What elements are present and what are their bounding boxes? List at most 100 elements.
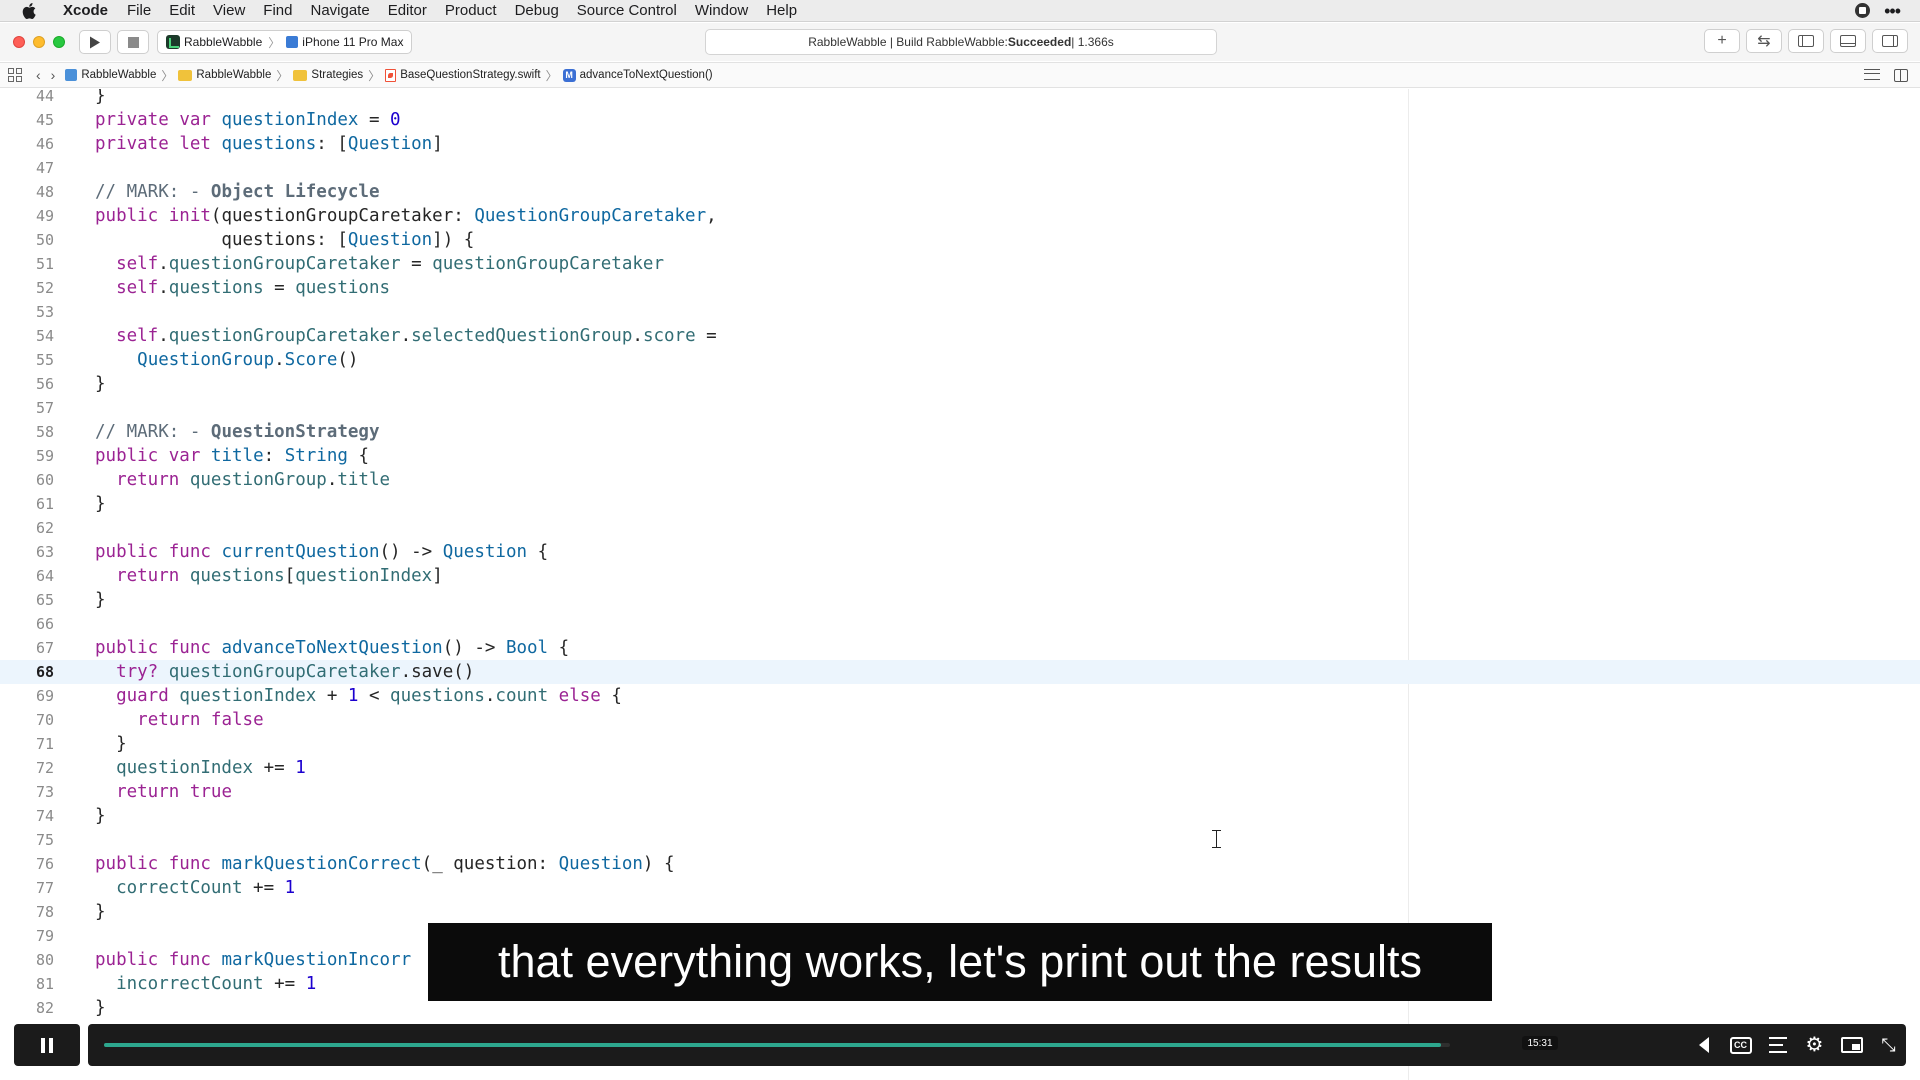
back-arrow-icon[interactable]: ‹ (36, 67, 41, 83)
line-number: 70 (35, 711, 54, 729)
code-line[interactable]: 49 public init(questionGroupCaretaker: Qu… (0, 204, 1408, 228)
breadcrumb-file[interactable]: BaseQuestionStrategy.swift (385, 68, 541, 82)
code-line[interactable]: 70 return false (0, 708, 1408, 732)
code-line[interactable]: 74} (0, 804, 1408, 828)
breadcrumb-separator-icon: 〉 (545, 68, 558, 83)
code-line[interactable]: 77 correctCount += 1 (0, 876, 1408, 900)
menu-debug[interactable]: Debug (506, 2, 568, 19)
zoom-window-button[interactable] (53, 36, 65, 48)
run-button[interactable] (79, 30, 111, 54)
code-line[interactable]: 59 public var title: String { (0, 444, 1408, 468)
menu-edit[interactable]: Edit (160, 2, 204, 19)
code-line[interactable]: 44} (0, 89, 1408, 108)
code-line[interactable]: 62 (0, 516, 1408, 540)
code-line[interactable]: 58 // MARK: - QuestionStrategy (0, 420, 1408, 444)
breadcrumb-symbol[interactable]: M advanceToNextQuestion() (562, 68, 713, 82)
pause-button[interactable] (14, 1024, 80, 1066)
code-line[interactable]: 63 public func currentQuestion() -> Quest… (0, 540, 1408, 564)
code-text: public func markQuestionCorrect(_ questi… (95, 854, 675, 874)
plus-icon: + (1717, 32, 1727, 49)
code-line[interactable]: 71 } (0, 732, 1408, 756)
code-line[interactable]: 52 self.questions = questions (0, 276, 1408, 300)
picture-in-picture-button[interactable] (1840, 1035, 1863, 1055)
split-editor-icon[interactable] (1894, 68, 1908, 82)
code-line[interactable]: 78} (0, 900, 1408, 924)
code-line[interactable]: 55 QuestionGroup.Score() (0, 348, 1408, 372)
code-line[interactable]: 76 public func markQuestionCorrect(_ ques… (0, 852, 1408, 876)
code-line[interactable]: 51 self.questionGroupCaretaker = questio… (0, 252, 1408, 276)
line-number: 48 (35, 183, 54, 201)
line-number: 82 (35, 999, 54, 1017)
toggle-inspector-button[interactable] (1872, 29, 1908, 53)
breadcrumb-separator-icon: 〉 (161, 68, 174, 83)
minimize-window-button[interactable] (33, 36, 45, 48)
code-line[interactable]: 48 // MARK: - Object Lifecycle (0, 180, 1408, 204)
gear-icon: ⚙ (1805, 1034, 1824, 1056)
screen-record-icon[interactable] (1855, 3, 1871, 18)
code-line[interactable]: 45 private var questionIndex = 0 (0, 108, 1408, 132)
code-line[interactable]: 60 return questionGroup.title (0, 468, 1408, 492)
related-items-icon[interactable] (8, 68, 22, 82)
code-line[interactable]: 46 private let questions: [Question] (0, 132, 1408, 156)
code-line[interactable]: 54 self.questionGroupCaretaker.selectedQ… (0, 324, 1408, 348)
captions-button[interactable]: CC (1729, 1035, 1752, 1055)
breadcrumb-strategies[interactable]: Strategies (293, 69, 363, 81)
toggle-navigator-button[interactable] (1788, 29, 1824, 53)
scheme-selector[interactable]: RabbleWabble 〉 iPhone 11 Pro Max (157, 30, 413, 54)
line-number: 76 (35, 855, 54, 873)
breadcrumb-group[interactable]: RabbleWabble (178, 69, 271, 81)
code-line[interactable]: 72 questionIndex += 1 (0, 756, 1408, 780)
editor-options-icon[interactable] (1864, 68, 1880, 80)
exit-fullscreen-button[interactable]: ⤡ (1877, 1035, 1900, 1055)
code-line[interactable]: 67 public func advanceToNextQuestion() ->… (0, 636, 1408, 660)
menu-help[interactable]: Help (757, 2, 806, 19)
menubar-extras: ••• (1855, 2, 1920, 20)
code-line[interactable]: 65} (0, 588, 1408, 612)
line-number: 45 (35, 111, 54, 129)
library-button[interactable]: + (1704, 29, 1740, 53)
line-number: 47 (35, 159, 54, 177)
line-number: 63 (35, 543, 54, 561)
code-line[interactable]: 61} (0, 492, 1408, 516)
code-line[interactable]: 57 (0, 396, 1408, 420)
code-review-button[interactable]: ⇆ (1746, 29, 1782, 53)
menu-product[interactable]: Product (436, 2, 506, 19)
code-line[interactable]: 75 (0, 828, 1408, 852)
menu-app-name[interactable]: Xcode (54, 2, 118, 19)
menu-source-control[interactable]: Source Control (568, 2, 686, 19)
code-line[interactable]: 69 guard questionIndex + 1 < questions.c… (0, 684, 1408, 708)
code-text: questionIndex += 1 (116, 758, 306, 778)
code-line[interactable]: 50 questions: [Question]) { (0, 228, 1408, 252)
close-window-button[interactable] (13, 36, 25, 48)
code-line[interactable]: 56} (0, 372, 1408, 396)
code-line[interactable]: 68 try? questionGroupCaretaker.save() (0, 660, 1920, 684)
menu-window[interactable]: Window (686, 2, 757, 19)
volume-button[interactable] (1692, 1035, 1715, 1055)
menu-editor[interactable]: Editor (379, 2, 436, 19)
stop-button[interactable] (117, 30, 149, 54)
menu-view[interactable]: View (204, 2, 254, 19)
line-number: 77 (35, 879, 54, 897)
menu-find[interactable]: Find (254, 2, 301, 19)
toggle-debug-area-button[interactable] (1830, 29, 1866, 53)
code-line[interactable]: 73 return true (0, 780, 1408, 804)
forward-arrow-icon[interactable]: › (51, 67, 56, 83)
transcript-button[interactable] (1766, 1035, 1789, 1055)
code-text: public func advanceToNextQuestion() -> B… (95, 638, 570, 658)
apple-menu-icon[interactable] (22, 2, 40, 19)
code-line[interactable]: 66 (0, 612, 1408, 636)
code-text: self.questions = questions (116, 278, 391, 298)
code-line[interactable]: 47 (0, 156, 1408, 180)
code-text: } (95, 902, 106, 922)
code-text: } (95, 494, 106, 514)
breadcrumb-project[interactable]: RabbleWabble (65, 69, 156, 81)
settings-button[interactable]: ⚙ (1803, 1035, 1826, 1055)
activity-status-view[interactable]: RabbleWabble | Build RabbleWabble: Succe… (705, 29, 1217, 55)
more-dots-icon[interactable]: ••• (1884, 2, 1901, 20)
menu-file[interactable]: File (118, 2, 160, 19)
code-text: self.questionGroupCaretaker.selectedQues… (116, 326, 717, 346)
code-line[interactable]: 53 (0, 300, 1408, 324)
code-line[interactable]: 64 return questions[questionIndex] (0, 564, 1408, 588)
menu-navigate[interactable]: Navigate (301, 2, 378, 19)
progress-bar[interactable]: 15:31 (104, 1036, 1558, 1050)
